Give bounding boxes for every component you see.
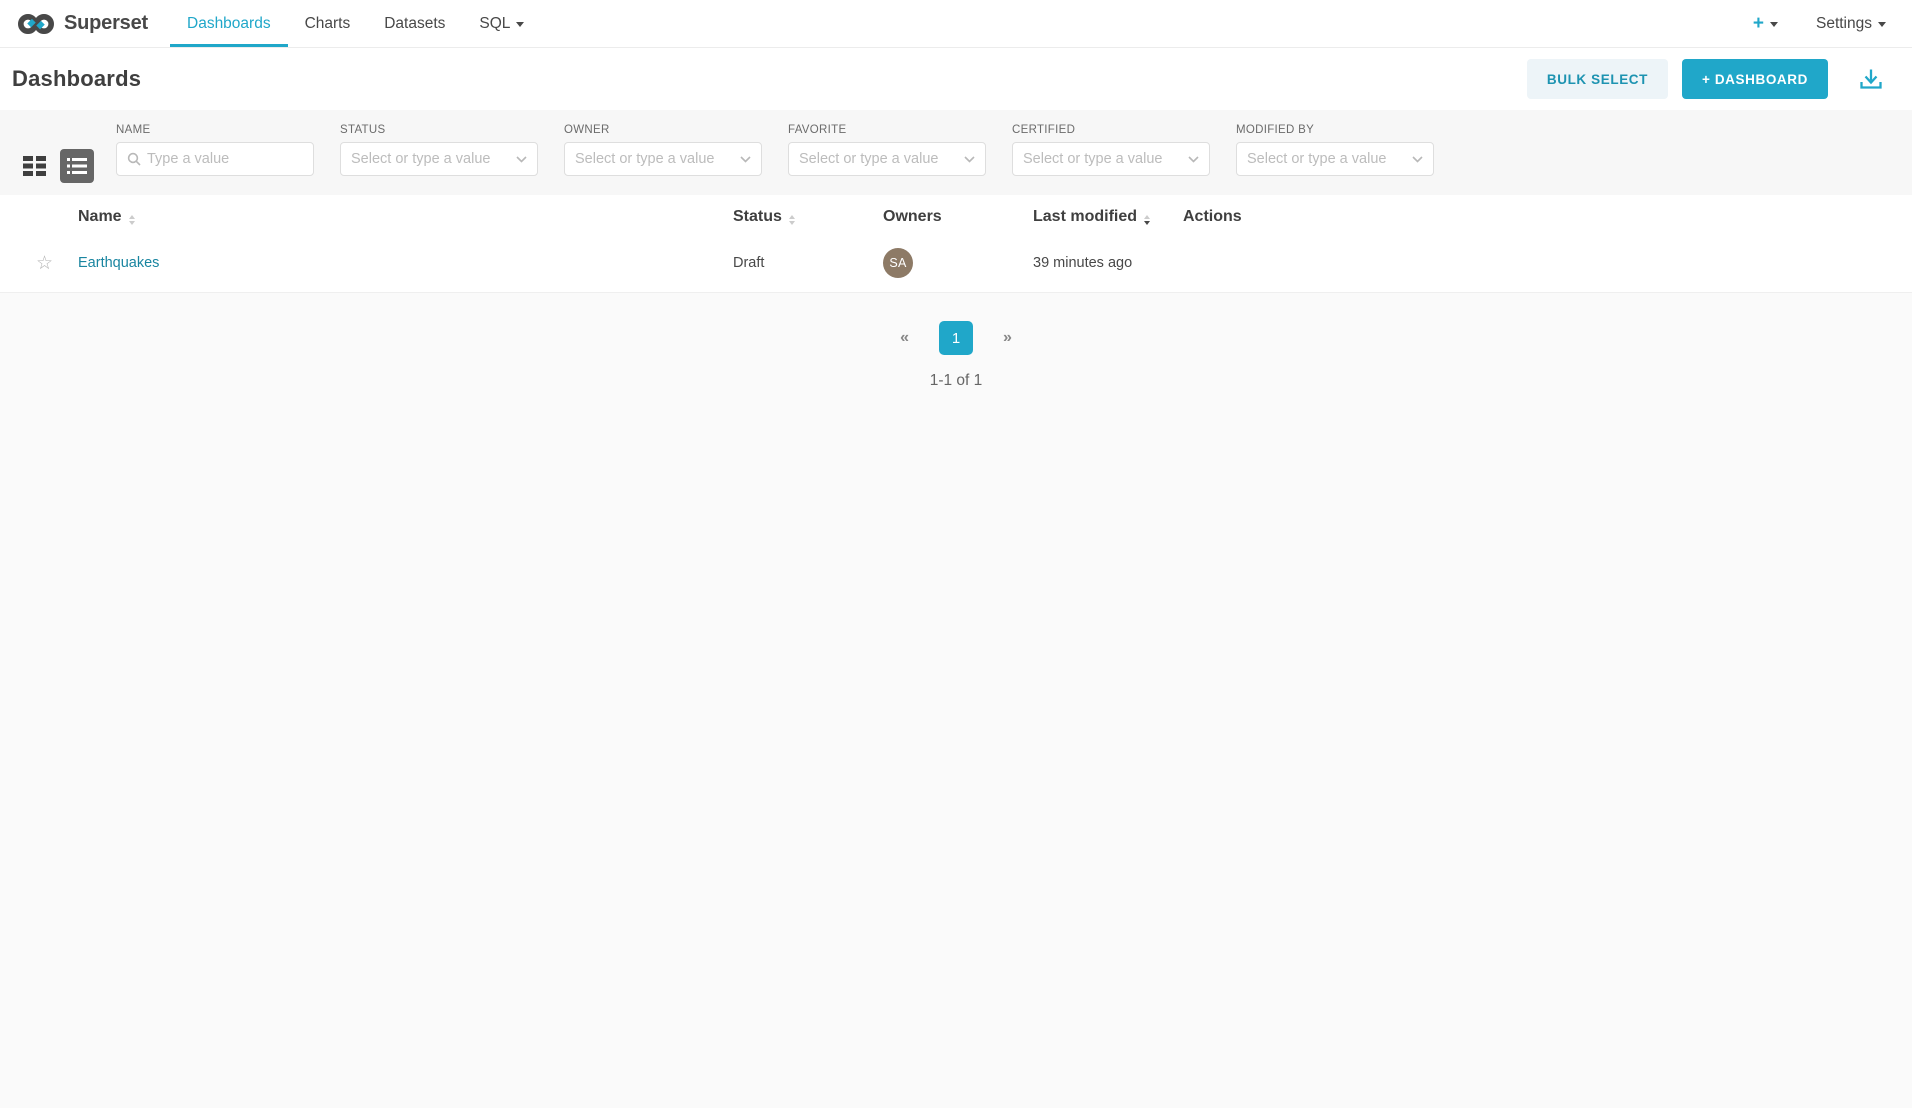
- filter-certified: CERTIFIED Select or type a value: [1012, 124, 1210, 176]
- chevron-down-icon: [1770, 22, 1778, 27]
- filter-status: STATUS Select or type a value: [340, 124, 538, 176]
- download-icon: [1858, 67, 1884, 91]
- column-header-actions: Actions: [1175, 195, 1912, 236]
- filter-owner: OWNER Select or type a value: [564, 124, 762, 176]
- content-footer: « 1 » 1-1 of 1: [0, 293, 1912, 1108]
- main-nav: Dashboards Charts Datasets SQL: [170, 0, 541, 47]
- filter-label: OWNER: [564, 124, 762, 136]
- nav-tab-sql[interactable]: SQL: [462, 0, 541, 47]
- sort-icon: [129, 215, 135, 225]
- column-header-status[interactable]: Status: [725, 195, 875, 236]
- pagination-summary: 1-1 of 1: [930, 372, 983, 390]
- card-view-toggle[interactable]: [18, 149, 52, 183]
- filter-modified-by: MODIFIED BY Select or type a value: [1236, 124, 1434, 176]
- chevron-down-icon: [516, 156, 527, 163]
- superset-logo-icon: [16, 11, 56, 37]
- filter-label: MODIFIED BY: [1236, 124, 1434, 136]
- filter-label: FAVORITE: [788, 124, 986, 136]
- favorite-star-icon[interactable]: ☆: [36, 253, 53, 274]
- search-icon: [127, 152, 141, 166]
- page-header: Dashboards BULK SELECT + DASHBOARD: [0, 48, 1912, 110]
- grid-view-icon: [23, 156, 47, 176]
- filter-name: NAME: [116, 124, 314, 176]
- bulk-select-button[interactable]: BULK SELECT: [1527, 59, 1668, 99]
- chevron-down-icon: [516, 22, 524, 27]
- sort-desc-icon: [1144, 215, 1150, 225]
- owner-select[interactable]: Select or type a value: [564, 142, 762, 176]
- favorite-column-header: [0, 195, 70, 236]
- dashboards-table: Name Status Owners Last modified Actions: [0, 195, 1912, 293]
- favorite-select[interactable]: Select or type a value: [788, 142, 986, 176]
- filter-label: NAME: [116, 124, 314, 136]
- name-search-input[interactable]: [147, 151, 303, 167]
- pagination: « 1 »: [894, 321, 1018, 355]
- column-header-owners: Owners: [875, 195, 1025, 236]
- list-view-toggle[interactable]: [60, 149, 94, 183]
- chevron-down-icon: [1878, 22, 1886, 27]
- top-navbar: Superset Dashboards Charts Datasets SQL …: [0, 0, 1912, 48]
- filter-bar: NAME STATUS Select or type a value OWNER: [0, 110, 1912, 195]
- pagination-page-1[interactable]: 1: [939, 321, 973, 355]
- status-value: Draft: [733, 255, 764, 271]
- modified-by-select[interactable]: Select or type a value: [1236, 142, 1434, 176]
- chevron-down-icon: [964, 156, 975, 163]
- column-header-last-modified[interactable]: Last modified: [1025, 195, 1175, 236]
- filter-label: STATUS: [340, 124, 538, 136]
- table-header-row: Name Status Owners Last modified Actions: [0, 195, 1912, 236]
- brand-name: Superset: [64, 12, 148, 35]
- new-item-plus-menu[interactable]: +: [1753, 14, 1778, 33]
- nav-tab-charts[interactable]: Charts: [288, 0, 368, 47]
- column-header-name[interactable]: Name: [70, 195, 725, 236]
- list-view-icon: [67, 157, 87, 175]
- pagination-next-button[interactable]: »: [997, 325, 1018, 351]
- chevron-down-icon: [1188, 156, 1199, 163]
- sort-icon: [789, 215, 795, 225]
- page-title: Dashboards: [12, 66, 141, 92]
- filter-favorite: FAVORITE Select or type a value: [788, 124, 986, 176]
- table-row: ☆ Earthquakes Draft SA 39 minutes ago: [0, 236, 1912, 292]
- settings-menu[interactable]: Settings: [1816, 15, 1886, 33]
- owner-avatar[interactable]: SA: [883, 248, 913, 278]
- filter-label: CERTIFIED: [1012, 124, 1210, 136]
- nav-tab-datasets[interactable]: Datasets: [367, 0, 462, 47]
- last-modified-value: 39 minutes ago: [1033, 255, 1132, 271]
- new-dashboard-button[interactable]: + DASHBOARD: [1682, 59, 1828, 99]
- name-search-input-wrap: [116, 142, 314, 176]
- pagination-prev-button[interactable]: «: [894, 325, 915, 351]
- superset-logo[interactable]: Superset: [16, 0, 148, 47]
- certified-select[interactable]: Select or type a value: [1012, 142, 1210, 176]
- plus-icon: +: [1753, 14, 1764, 33]
- nav-tab-dashboards[interactable]: Dashboards: [170, 0, 288, 47]
- chevron-down-icon: [1412, 156, 1423, 163]
- import-dashboards-button[interactable]: [1858, 67, 1884, 91]
- chevron-down-icon: [740, 156, 751, 163]
- dashboard-link[interactable]: Earthquakes: [78, 255, 159, 271]
- status-select[interactable]: Select or type a value: [340, 142, 538, 176]
